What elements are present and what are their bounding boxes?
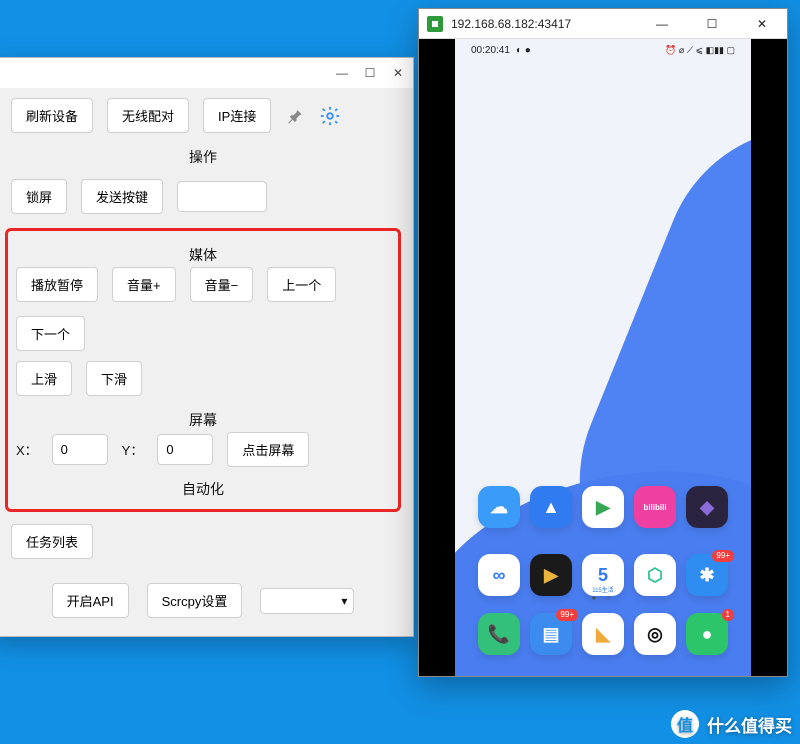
phone-statusbar: 00:20:41 ◐ ● ⏰ ⌀ ⟋ ⩽ ◧▮▮ ▢ (455, 39, 751, 61)
section-screen-title: 屏幕 (16, 406, 390, 432)
watermark: 值 什么值得买 (671, 710, 792, 738)
phone-icon[interactable]: 📞 (478, 613, 520, 655)
wallpaper-wave-top (535, 82, 751, 676)
badge: 99+ (712, 550, 734, 562)
y-label: Y： (122, 440, 144, 459)
send-key-button[interactable]: 发送按键 (81, 179, 163, 214)
statusbar-notif-dot: ◐ ● (516, 45, 531, 56)
baidu-disk-icon[interactable]: ∞ (478, 554, 520, 596)
weather-icon[interactable]: ☁ (478, 486, 520, 528)
phone-screen[interactable]: 00:20:41 ◐ ● ⏰ ⌀ ⟋ ⩽ ◧▮▮ ▢ ☁▲▶bilibili◆∞… (455, 39, 751, 676)
volume-down-button[interactable]: 音量− (190, 267, 254, 302)
media-row-2: 上滑 下滑 (16, 361, 390, 396)
115-icon[interactable]: 5115生活 (582, 554, 624, 596)
scrcpy-settings-button[interactable]: Scrcpy设置 (147, 583, 243, 618)
scrcpy-titlebar: 192.168.68.182:43417 — ☐ ✕ (419, 9, 787, 39)
badge: 1 (722, 609, 734, 621)
play-store-icon[interactable]: ▶ (582, 486, 624, 528)
swipe-down-button[interactable]: 下滑 (86, 361, 142, 396)
wallpaper-wave-bottom (455, 435, 751, 676)
app-grid: ☁▲▶bilibili◆∞▶5115生活⬡✱99+ (455, 486, 751, 596)
cloud-icon[interactable]: ▲ (530, 486, 572, 528)
bilibili-icon[interactable]: bilibili (634, 486, 676, 528)
footer-dropdown[interactable]: ▾ (260, 588, 354, 614)
refresh-devices-button[interactable]: 刷新设备 (11, 98, 93, 133)
volume-up-button[interactable]: 音量+ (112, 267, 176, 302)
page-indicator-dots: ● ○ (455, 595, 751, 602)
prev-button[interactable]: 上一个 (267, 267, 336, 302)
footer-row: 开启API Scrcpy设置 ▾ (11, 583, 395, 618)
control-panel-window: — ☐ ✕ 刷新设备 无线配对 IP连接 操作 锁屏 发送按键 (0, 57, 414, 637)
screen-row: X： Y： 点击屏幕 (16, 432, 390, 467)
panel-body: 刷新设备 无线配对 IP连接 操作 锁屏 发送按键 媒体 播放暂停 (0, 88, 413, 636)
badge: 99+ (556, 609, 578, 621)
close-button[interactable]: ✕ (391, 66, 405, 80)
open-api-button[interactable]: 开启API (52, 583, 129, 618)
dock: 📞▤99+◣◎●1 (455, 608, 751, 660)
maximize-button[interactable]: ☐ (363, 66, 377, 80)
scrcpy-title: 192.168.68.182:43417 (451, 17, 571, 31)
lock-screen-button[interactable]: 锁屏 (11, 179, 67, 214)
section-operations-title: 操作 (11, 143, 395, 169)
wechat-icon[interactable]: ●1 (686, 613, 728, 655)
y-input[interactable] (157, 434, 213, 465)
statusbar-time: 00:20:41 (471, 45, 510, 56)
scrcpy-maximize-button[interactable]: ☐ (691, 10, 733, 38)
section-media-title: 媒体 (16, 241, 390, 267)
watermark-text: 什么值得买 (707, 712, 792, 737)
media-row-1: 播放暂停 音量+ 音量− 上一个 下一个 (16, 267, 390, 351)
automation-row: 任务列表 (11, 524, 395, 559)
scrcpy-content: 00:20:41 ◐ ● ⏰ ⌀ ⟋ ⩽ ◧▮▮ ▢ ☁▲▶bilibili◆∞… (419, 39, 787, 676)
chevron-down-icon: ▾ (341, 594, 347, 608)
x-label: X： (16, 440, 38, 459)
ip-connect-button[interactable]: IP连接 (203, 98, 271, 133)
camera-icon[interactable]: ◎ (634, 613, 676, 655)
scrcpy-minimize-button[interactable]: — (641, 10, 683, 38)
gallery-icon[interactable]: ◣ (582, 613, 624, 655)
wireless-pair-button[interactable]: 无线配对 (107, 98, 189, 133)
scrcpy-close-button[interactable]: ✕ (741, 10, 783, 38)
section-automation-title: 自动化 (16, 475, 390, 501)
obsidian-icon[interactable]: ◆ (686, 486, 728, 528)
pin-icon[interactable] (285, 106, 305, 126)
highlighted-section: 媒体 播放暂停 音量+ 音量− 上一个 下一个 上滑 下滑 屏幕 X： Y： 点… (5, 228, 401, 512)
shield-icon[interactable]: ⬡ (634, 554, 676, 596)
plex-icon[interactable]: ▶ (530, 554, 572, 596)
panel-titlebar: — ☐ ✕ (0, 58, 413, 88)
swipe-up-button[interactable]: 上滑 (16, 361, 72, 396)
scrcpy-window: 192.168.68.182:43417 — ☐ ✕ 00:20:41 ◐ ● … (418, 8, 788, 677)
top-button-row: 刷新设备 无线配对 IP连接 (11, 98, 395, 133)
gear-icon[interactable] (319, 105, 341, 127)
task-list-button[interactable]: 任务列表 (11, 524, 93, 559)
minimize-button[interactable]: — (335, 66, 349, 80)
play-pause-button[interactable]: 播放暂停 (16, 267, 98, 302)
messages-icon[interactable]: ▤99+ (530, 613, 572, 655)
scrcpy-app-icon (427, 16, 443, 32)
operations-row: 锁屏 发送按键 (11, 179, 395, 214)
star-app-icon[interactable]: ✱99+ (686, 554, 728, 596)
x-input[interactable] (52, 434, 108, 465)
send-key-input[interactable] (177, 181, 267, 212)
next-button[interactable]: 下一个 (16, 316, 85, 351)
app-sublabel: 115生活 (582, 585, 624, 594)
tap-screen-button[interactable]: 点击屏幕 (227, 432, 309, 467)
watermark-badge: 值 (671, 710, 699, 738)
statusbar-right-icons: ⏰ ⌀ ⟋ ⩽ ◧▮▮ ▢ (665, 45, 735, 56)
